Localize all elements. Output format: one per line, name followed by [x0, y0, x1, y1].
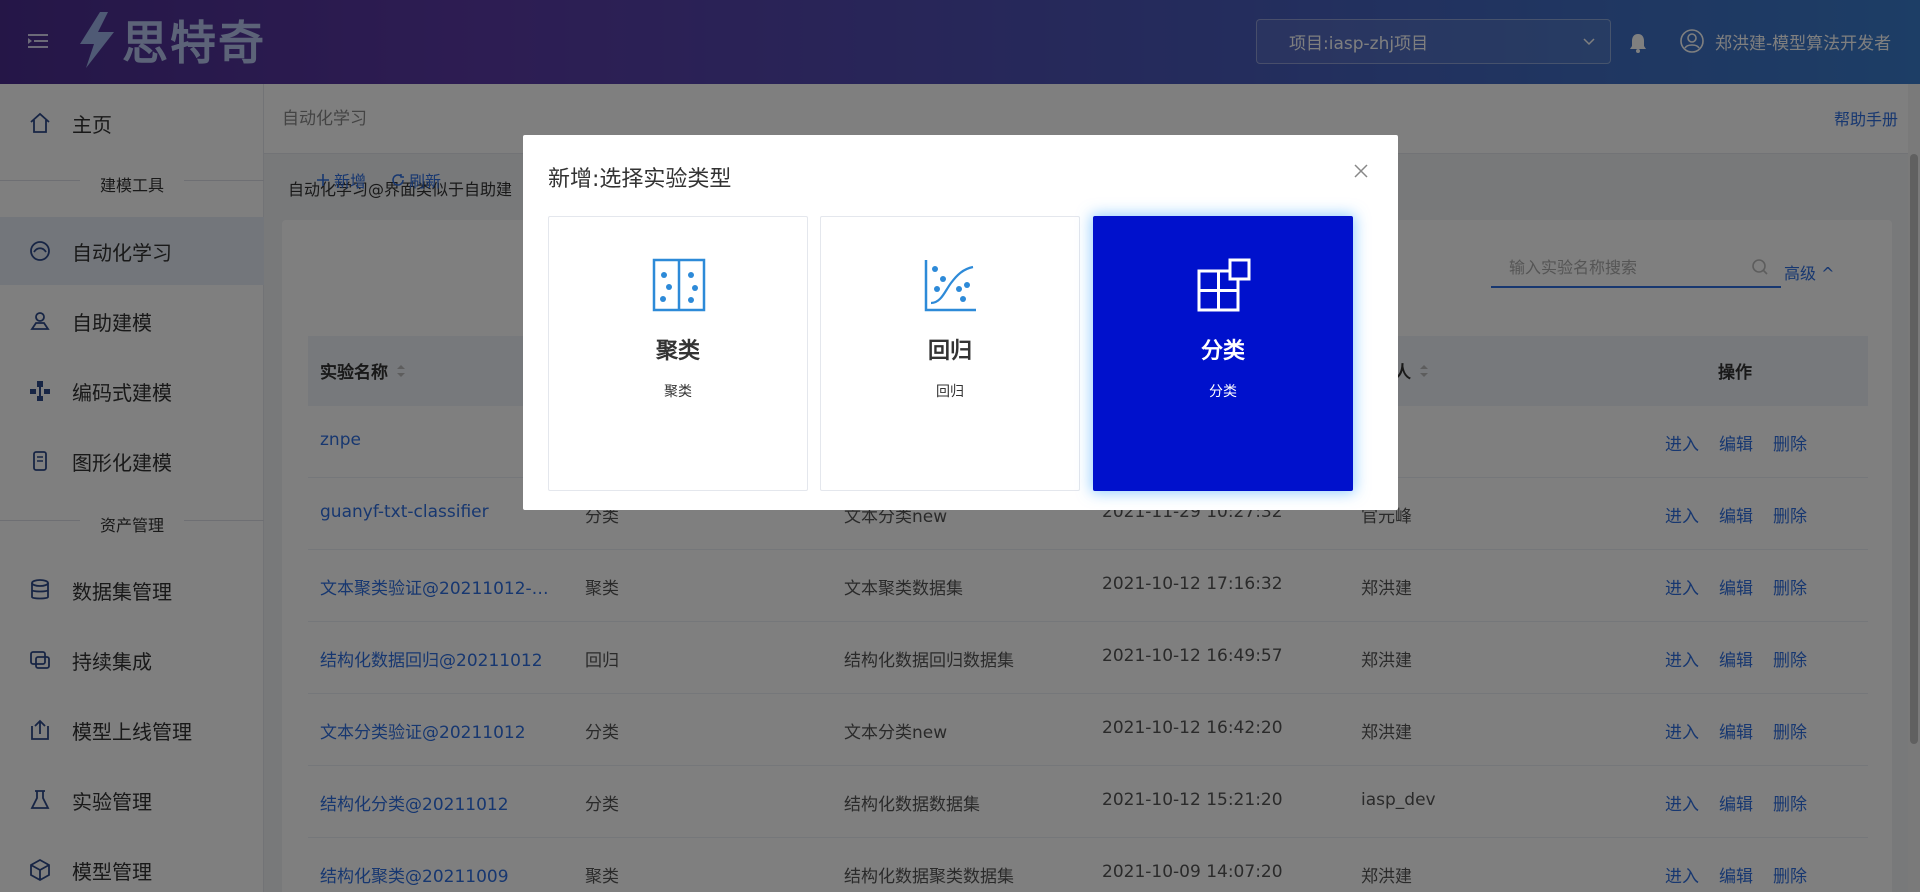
type-card-regression[interactable]: 回归 回归 — [820, 216, 1080, 491]
type-card-classification[interactable]: 分类 分类 — [1093, 216, 1353, 491]
type-card-title: 分类 — [1200, 339, 1245, 364]
close-icon[interactable] — [1353, 163, 1369, 179]
type-card-title: 回归 — [927, 339, 972, 364]
type-card-subtitle: 回归 — [936, 384, 964, 400]
type-card-title: 聚类 — [655, 339, 700, 364]
type-card-subtitle: 聚类 — [664, 384, 692, 400]
select-type-modal: 新增:选择实验类型 聚类 聚类 回归 回归 分类 分类 — [523, 135, 1398, 510]
regression-icon — [924, 260, 976, 312]
cluster-icon — [652, 258, 706, 312]
type-card-cluster[interactable]: 聚类 聚类 — [548, 216, 808, 491]
type-card-subtitle: 分类 — [1209, 384, 1237, 400]
classification-icon — [1197, 258, 1251, 312]
modal-title: 新增:选择实验类型 — [548, 167, 732, 192]
